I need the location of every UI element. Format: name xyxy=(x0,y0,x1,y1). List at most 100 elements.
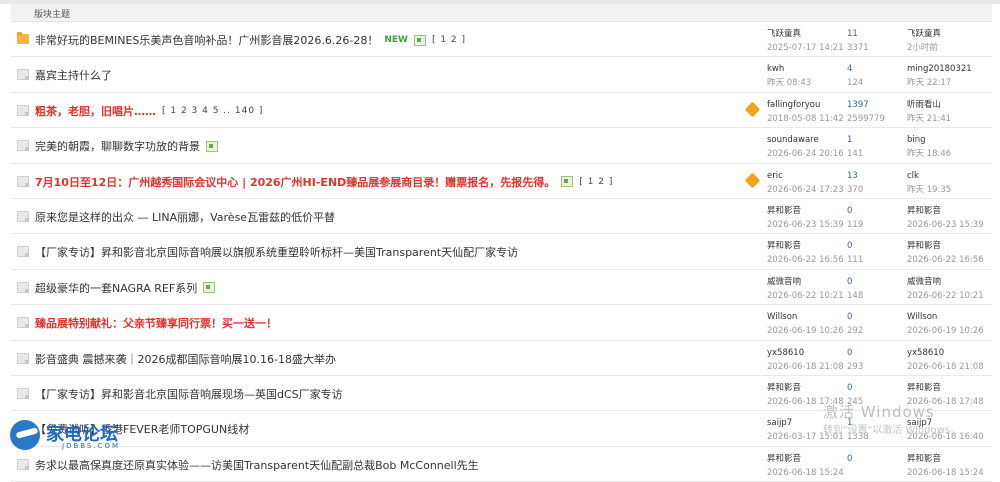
table-row[interactable]: 臻品展特别献礼：父亲节臻享同行票！买一送一！ Willson 2026-06-19 … xyxy=(11,305,992,341)
last-post-cell-secondary[interactable]: 2026-06-18 15:24 xyxy=(907,466,984,480)
doc-icon xyxy=(17,317,29,329)
thread-title-link[interactable]: 务求以最高保真度还原真实体验——访美国Transparent天仙配副总裁Bob … xyxy=(35,457,479,473)
author-cell-primary[interactable]: Willson xyxy=(767,310,844,324)
stats-cell-primary[interactable]: 0 xyxy=(847,239,863,253)
author-cell-primary[interactable]: yx58610 xyxy=(767,346,844,360)
last-post-cell-secondary[interactable]: 2026-06-18 21:08 xyxy=(907,360,984,374)
last-post-cell-secondary[interactable]: 昨天 18:46 xyxy=(907,147,951,161)
stats-cell-primary[interactable]: 11 xyxy=(847,27,869,41)
thread-title-link[interactable]: 非常好玩的BEMINES乐美声色音响补品！广州影音展2026.6.26-28！ xyxy=(35,32,378,48)
table-row[interactable]: 非常好玩的BEMINES乐美声色音响补品！广州影音展2026.6.26-28！ N… xyxy=(11,22,992,58)
stats-cell-primary[interactable]: 0 xyxy=(847,381,863,395)
last-post-cell-primary[interactable]: 昇和影音 xyxy=(907,452,984,466)
author-cell: soundaware 2026-06-24 20:16 xyxy=(767,133,844,161)
thread-title-link[interactable]: 【厂家专访】昇和影音北京国际音响展现场—英国dCS厂家专访 xyxy=(35,386,343,402)
last-post-cell-primary[interactable]: bing xyxy=(907,133,951,147)
doc-icon xyxy=(17,210,29,222)
thread-title-link[interactable]: 嘉宾主持什么了 xyxy=(35,67,112,83)
thread-title-link[interactable]: 粗茶，老胆，旧唱片…… xyxy=(35,103,156,119)
folder-icon xyxy=(17,32,29,44)
stats-cell: 1397 2599779 xyxy=(847,98,885,126)
author-cell-primary[interactable]: 威微音响 xyxy=(767,275,844,289)
table-row[interactable]: 超级豪华的一套NAGRA REF系列 威微音响 2026-06-22 10:21 0 1… xyxy=(11,270,992,306)
last-post-cell-secondary[interactable]: 昨天 19:35 xyxy=(907,183,951,197)
section-header-label: 版块主题 xyxy=(34,10,71,20)
last-post-cell-secondary[interactable]: 2026-06-22 10:21 xyxy=(907,289,984,303)
thread-title-link[interactable]: 完美的朝霞，聊聊数字功放的背景 xyxy=(35,138,200,154)
author-cell-primary[interactable]: 昇和影音 xyxy=(767,239,844,253)
thread-title-wrap: 【厂家专访】昇和影音北京国际音响展现场—英国dCS厂家专访 xyxy=(35,386,343,402)
table-row[interactable]: 【厂家专访】昇和影音北京国际音响展以旗舰系统重塑聆听标杆—美国Transpare… xyxy=(11,234,992,270)
author-cell-primary[interactable]: soundaware xyxy=(767,133,844,147)
site-logo[interactable]: 家电论坛 JDBBS.COM xyxy=(10,418,136,454)
stats-cell-primary[interactable]: 1 xyxy=(847,133,863,147)
stats-cell: 0 148 xyxy=(847,275,863,303)
thread-title-wrap: 超级豪华的一套NAGRA REF系列 xyxy=(35,280,216,296)
last-post-cell-secondary[interactable]: 2026-06-22 16:56 xyxy=(907,253,984,267)
thread-title-link[interactable]: 臻品展特别献礼：父亲节臻享同行票！买一送一！ xyxy=(35,315,277,331)
stats-cell-primary[interactable]: 0 xyxy=(847,275,863,289)
last-post-cell: ming20180321 昨天 22:17 xyxy=(907,62,972,90)
thread-title-link[interactable]: 超级豪华的一套NAGRA REF系列 xyxy=(35,280,197,296)
stats-cell: 0 119 xyxy=(847,204,863,232)
author-cell-primary[interactable]: 昇和影音 xyxy=(767,452,844,466)
last-post-cell-primary[interactable]: clk xyxy=(907,169,951,183)
thread-title-link[interactable]: 【厂家专访】昇和影音北京国际音响展以旗舰系统重塑聆听标杆—美国Transpare… xyxy=(35,244,518,260)
thread-title-wrap: 嘉宾主持什么了 xyxy=(35,67,112,83)
author-cell-primary[interactable]: 昇和影音 xyxy=(767,381,844,395)
stats-cell-secondary: 141 xyxy=(847,149,864,160)
table-row[interactable]: 务求以最高保真度还原真实体验——访美国Transparent天仙配副总裁Bob … xyxy=(11,447,992,482)
table-row[interactable]: 嘉宾主持什么了 kwh 昨天 08:43 4 124 ming20180321 昨天 22:… xyxy=(11,57,992,93)
stats-cell-primary[interactable]: 13 xyxy=(847,169,863,183)
table-row[interactable]: 原来您是这样的出众 — LINA丽娜，Varèse瓦雷兹的低价平替 昇和影音 202… xyxy=(11,199,992,235)
last-post-cell-primary[interactable]: 昇和影音 xyxy=(907,381,984,395)
thread-title-link[interactable]: 7月10日至12日：广州越秀国际会议中心 | 2026广州HI-END臻品展参展… xyxy=(35,174,555,190)
author-cell-primary[interactable]: 昇和影音 xyxy=(767,204,844,218)
last-post-cell-secondary[interactable]: 2026-06-23 15:39 xyxy=(907,218,984,232)
stats-cell-primary[interactable]: 1397 xyxy=(847,98,885,112)
last-post-cell-primary[interactable]: ming20180321 xyxy=(907,62,972,76)
last-post-cell-primary[interactable]: 昇和影音 xyxy=(907,204,984,218)
thread-title-wrap: 非常好玩的BEMINES乐美声色音响补品！广州影音展2026.6.26-28！ N… xyxy=(35,32,466,48)
author-cell: 昇和影音 2026-06-18 15:24 xyxy=(767,452,844,480)
table-row[interactable]: 7月10日至12日：广州越秀国际会议中心 | 2026广州HI-END臻品展参展… xyxy=(11,164,992,199)
table-row[interactable]: 完美的朝霞，聊聊数字功放的背景 soundaware 2026-06-24 20:1… xyxy=(11,128,992,164)
stats-cell: 0 293 xyxy=(847,346,863,374)
thread-title-wrap: 【厂家专访】昇和影音北京国际音响展以旗舰系统重塑聆听标杆—美国Transpare… xyxy=(35,244,518,260)
stats-cell-primary[interactable]: 0 xyxy=(847,452,852,466)
last-post-cell-secondary[interactable]: 2小时前 xyxy=(907,41,941,55)
image-attachment-icon xyxy=(206,140,218,152)
last-post-cell-primary[interactable]: 听雨看山 xyxy=(907,98,951,112)
stats-cell-secondary: 293 xyxy=(847,361,864,372)
author-cell-primary[interactable]: kwh xyxy=(767,62,811,76)
table-row[interactable]: 粗茶，老胆，旧唱片…… [ 1 2 3 4 5 .. 140 ] fallingfo… xyxy=(11,93,992,129)
last-post-cell-secondary[interactable]: 昨天 21:41 xyxy=(907,112,951,126)
last-post-cell-secondary[interactable]: 昨天 22:17 xyxy=(907,76,972,90)
last-post-cell-primary[interactable]: 威微音响 xyxy=(907,275,984,289)
last-post-cell-primary[interactable]: 飞跃童真 xyxy=(907,27,941,41)
author-cell-primary[interactable]: eric xyxy=(767,169,844,183)
page-links[interactable]: [ 1 2 ] xyxy=(432,35,466,45)
stats-cell-primary[interactable]: 0 xyxy=(847,346,863,360)
stats-cell-primary[interactable]: 4 xyxy=(847,62,863,76)
stats-cell-secondary: 2599779 xyxy=(847,113,885,124)
last-post-cell-primary[interactable]: yx58610 xyxy=(907,346,984,360)
last-post-cell-secondary[interactable]: 2026-06-19 10:26 xyxy=(907,324,984,338)
author-cell-primary[interactable]: 飞跃童真 xyxy=(767,27,844,41)
windows-watermark-hint: 转到"设置"以激活 Windows。 xyxy=(823,425,961,436)
last-post-cell-primary[interactable]: 昇和影音 xyxy=(907,239,984,253)
stats-cell-primary[interactable]: 0 xyxy=(847,204,863,218)
stats-cell-primary[interactable]: 0 xyxy=(847,310,863,324)
stats-cell-secondary: 119 xyxy=(847,219,864,230)
thread-title-link[interactable]: 原来您是这样的出众 — LINA丽娜，Varèse瓦雷兹的低价平替 xyxy=(35,209,335,225)
thread-title-link[interactable]: 影音盛典 震撼来袭｜2026成都国际音响展10.16-18盛大举办 xyxy=(35,351,336,367)
stats-cell: 0 292 xyxy=(847,310,863,338)
author-cell: 昇和影音 2026-06-23 15:39 xyxy=(767,204,844,232)
last-post-cell-primary[interactable]: Willson xyxy=(907,310,984,324)
last-post-cell: 昇和影音 2026-06-22 16:56 xyxy=(907,239,984,267)
page-links[interactable]: [ 1 2 3 4 5 .. 140 ] xyxy=(162,106,263,116)
table-row[interactable]: 影音盛典 震撼来袭｜2026成都国际音响展10.16-18盛大举办 yx58610… xyxy=(11,341,992,376)
page-links[interactable]: [ 1 2 ] xyxy=(579,177,613,187)
author-cell-primary[interactable]: fallingforyou xyxy=(767,98,844,112)
last-post-cell: 威微音响 2026-06-22 10:21 xyxy=(907,275,984,303)
